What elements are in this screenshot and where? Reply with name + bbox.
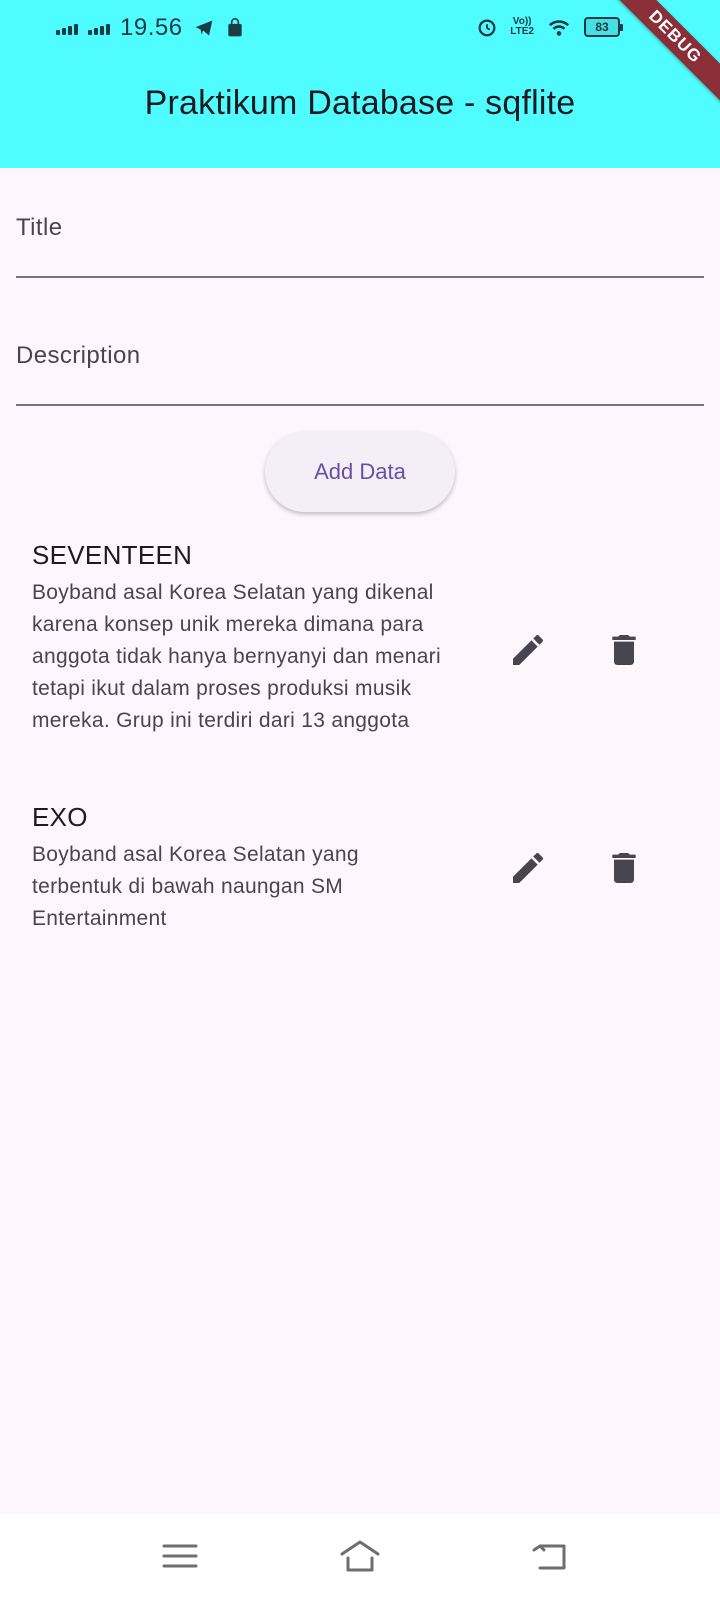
alarm-icon	[478, 19, 496, 37]
add-data-button[interactable]: Add Data	[265, 432, 455, 512]
app-bar: 19.56 Vo)) LTE2 83 Praktikum Database - …	[0, 0, 720, 168]
home-button[interactable]	[330, 1536, 390, 1576]
list-item: EXO Boyband asal Korea Selatan yang terb…	[32, 802, 692, 935]
network-label: LTE2	[510, 26, 534, 37]
delete-button[interactable]	[600, 844, 648, 892]
status-time: 19.56	[120, 14, 183, 41]
home-icon	[340, 1540, 380, 1572]
title-input[interactable]: Title	[16, 214, 704, 280]
title-underline	[16, 276, 704, 278]
item-title: SEVENTEEN	[32, 540, 193, 570]
edit-icon	[513, 852, 544, 883]
battery-icon: 83	[584, 17, 623, 37]
trash-icon	[612, 635, 636, 665]
back-icon	[532, 1544, 566, 1570]
app-screen: 19.56 Vo)) LTE2 83 Praktikum Database - …	[0, 0, 720, 1600]
list-item: SEVENTEEN Boyband asal Korea Selatan yan…	[32, 540, 692, 737]
lte-indicator: Vo)) LTE2	[510, 17, 534, 37]
description-placeholder: Description	[16, 342, 141, 369]
signal-icon	[56, 21, 78, 35]
description-input[interactable]: Description	[16, 342, 704, 408]
shop-icon	[227, 18, 242, 37]
wifi-icon	[548, 20, 570, 36]
signal-icon	[88, 21, 110, 35]
delete-button[interactable]	[600, 626, 648, 674]
edit-icon	[513, 634, 544, 665]
title-placeholder: Title	[16, 214, 63, 241]
page-title: Praktikum Database - sqflite	[144, 84, 576, 122]
status-right: Vo)) LTE2 83	[476, 16, 623, 38]
menu-icon	[162, 1544, 198, 1568]
trash-icon	[612, 853, 636, 883]
item-title: EXO	[32, 802, 88, 832]
item-description: Boyband asal Korea Selatan yang dikenal …	[32, 581, 441, 732]
item-description: Boyband asal Korea Selatan yang terbentu…	[32, 843, 359, 930]
edit-button[interactable]	[504, 844, 552, 892]
menu-button[interactable]	[150, 1536, 210, 1576]
back-button[interactable]	[520, 1536, 580, 1576]
status-left: 19.56	[56, 14, 245, 42]
edit-button[interactable]	[504, 626, 552, 674]
description-underline	[16, 404, 704, 406]
battery-level: 83	[595, 20, 609, 34]
telegram-icon	[195, 20, 212, 36]
status-bar: 19.56 Vo)) LTE2 83	[0, 0, 720, 58]
system-nav-bar	[0, 1514, 720, 1600]
